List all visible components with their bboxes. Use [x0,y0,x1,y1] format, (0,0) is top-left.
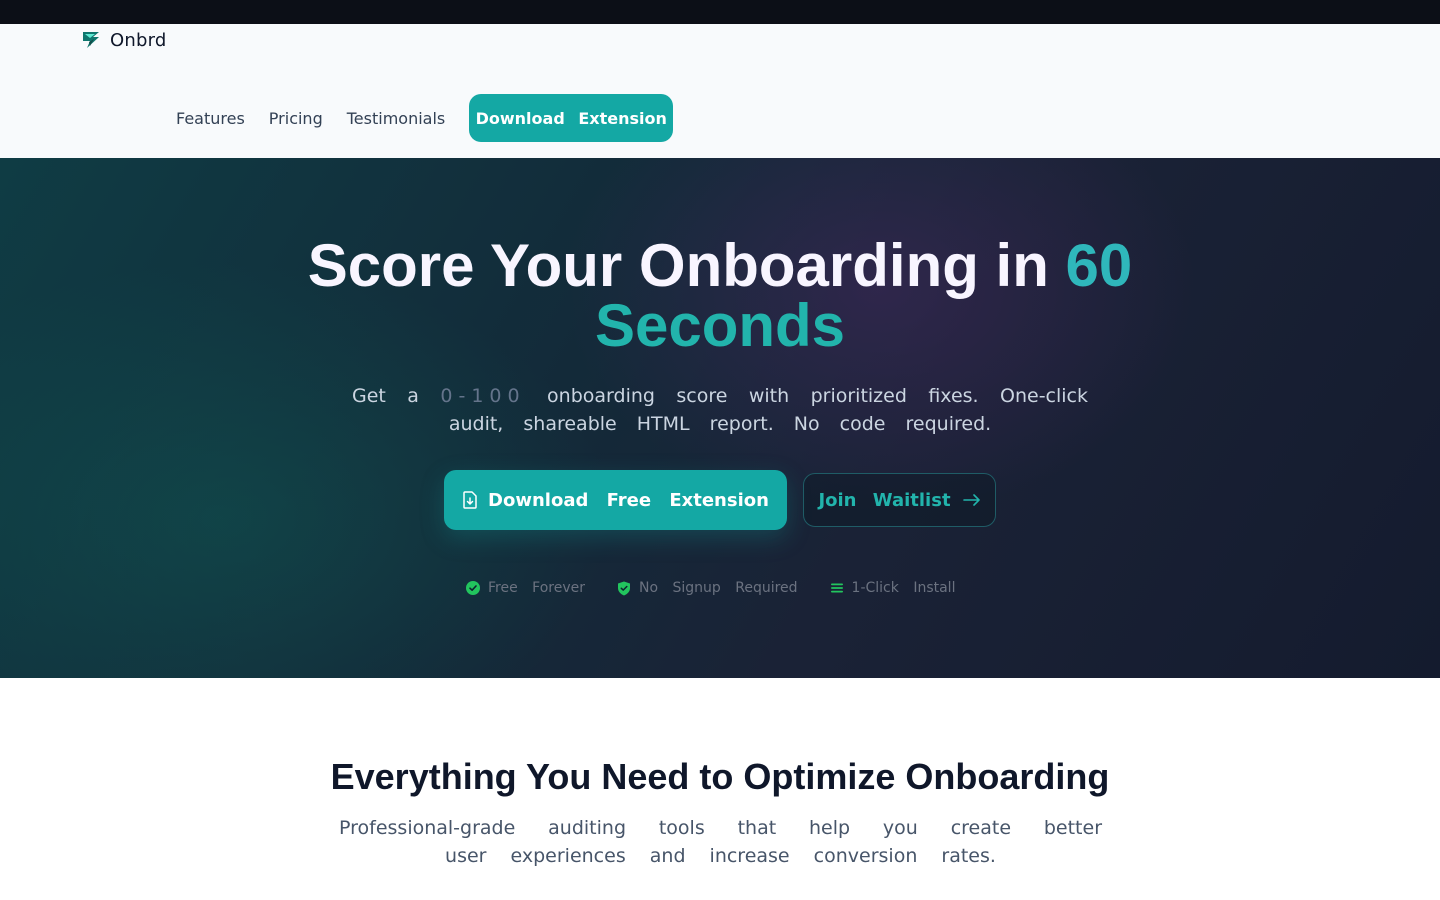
trust-badges: Free Forever No Signup Required 1-Click … [466,578,955,598]
trust-item-free-forever: Free Forever [466,580,585,596]
hero-section: Score Your Onboarding in 60 Seconds Get … [0,158,1440,678]
join-waitlist-label: Join Waitlist [818,489,951,511]
trust-label: 1-Click Install [851,580,956,596]
features-subtitle: Professional-grade auditing tools that h… [339,817,1102,867]
trust-label: No Signup Required [639,580,798,596]
hero-subtitle-before: Get a [352,385,419,407]
hero-subtitle-after: onboarding score with prioritized fixes.… [448,385,1089,435]
download-free-extension-label: Download Free Extension [488,489,769,511]
main-nav: Features Pricing Testimonials Download E… [176,94,674,142]
download-free-extension-button[interactable]: Download Free Extension [444,470,787,530]
nav-testimonials[interactable]: Testimonials [347,109,446,128]
lines-icon [830,583,843,593]
brand-logo[interactable]: Onbrd [80,28,167,52]
brand-name: Onbrd [110,29,167,51]
trust-label: Free Forever [488,580,585,596]
nav-pricing[interactable]: Pricing [269,109,323,128]
onbrd-logo-icon [83,32,99,48]
hero-title-line2: Seconds [594,292,846,359]
trust-item-one-click: 1-Click Install [830,580,956,596]
hero-title: Score Your Onboarding in 60 Seconds [0,236,1440,356]
site-header: Onbrd Features Pricing Testimonials Down… [0,24,1440,158]
join-waitlist-button[interactable]: Join Waitlist [803,473,996,527]
hero-title-highlight: 60 [1065,232,1133,299]
download-extension-button[interactable]: Download Extension [469,94,674,142]
hero-subtitle: Get a 0-100 onboarding score with priori… [352,382,1088,438]
arrow-right-icon [962,494,980,506]
features-title: Everything You Need to Optimize Onboardi… [330,756,1110,797]
shield-check-icon [618,581,630,595]
trust-item-no-signup: No Signup Required [617,580,798,596]
score-range: 0-100 [440,385,526,407]
check-circle-icon [466,581,480,595]
nav-features[interactable]: Features [176,109,245,128]
file-download-icon [463,491,477,509]
hero-title-main: Score Your Onboarding in [307,232,1049,299]
browser-top-bar [0,0,1440,24]
